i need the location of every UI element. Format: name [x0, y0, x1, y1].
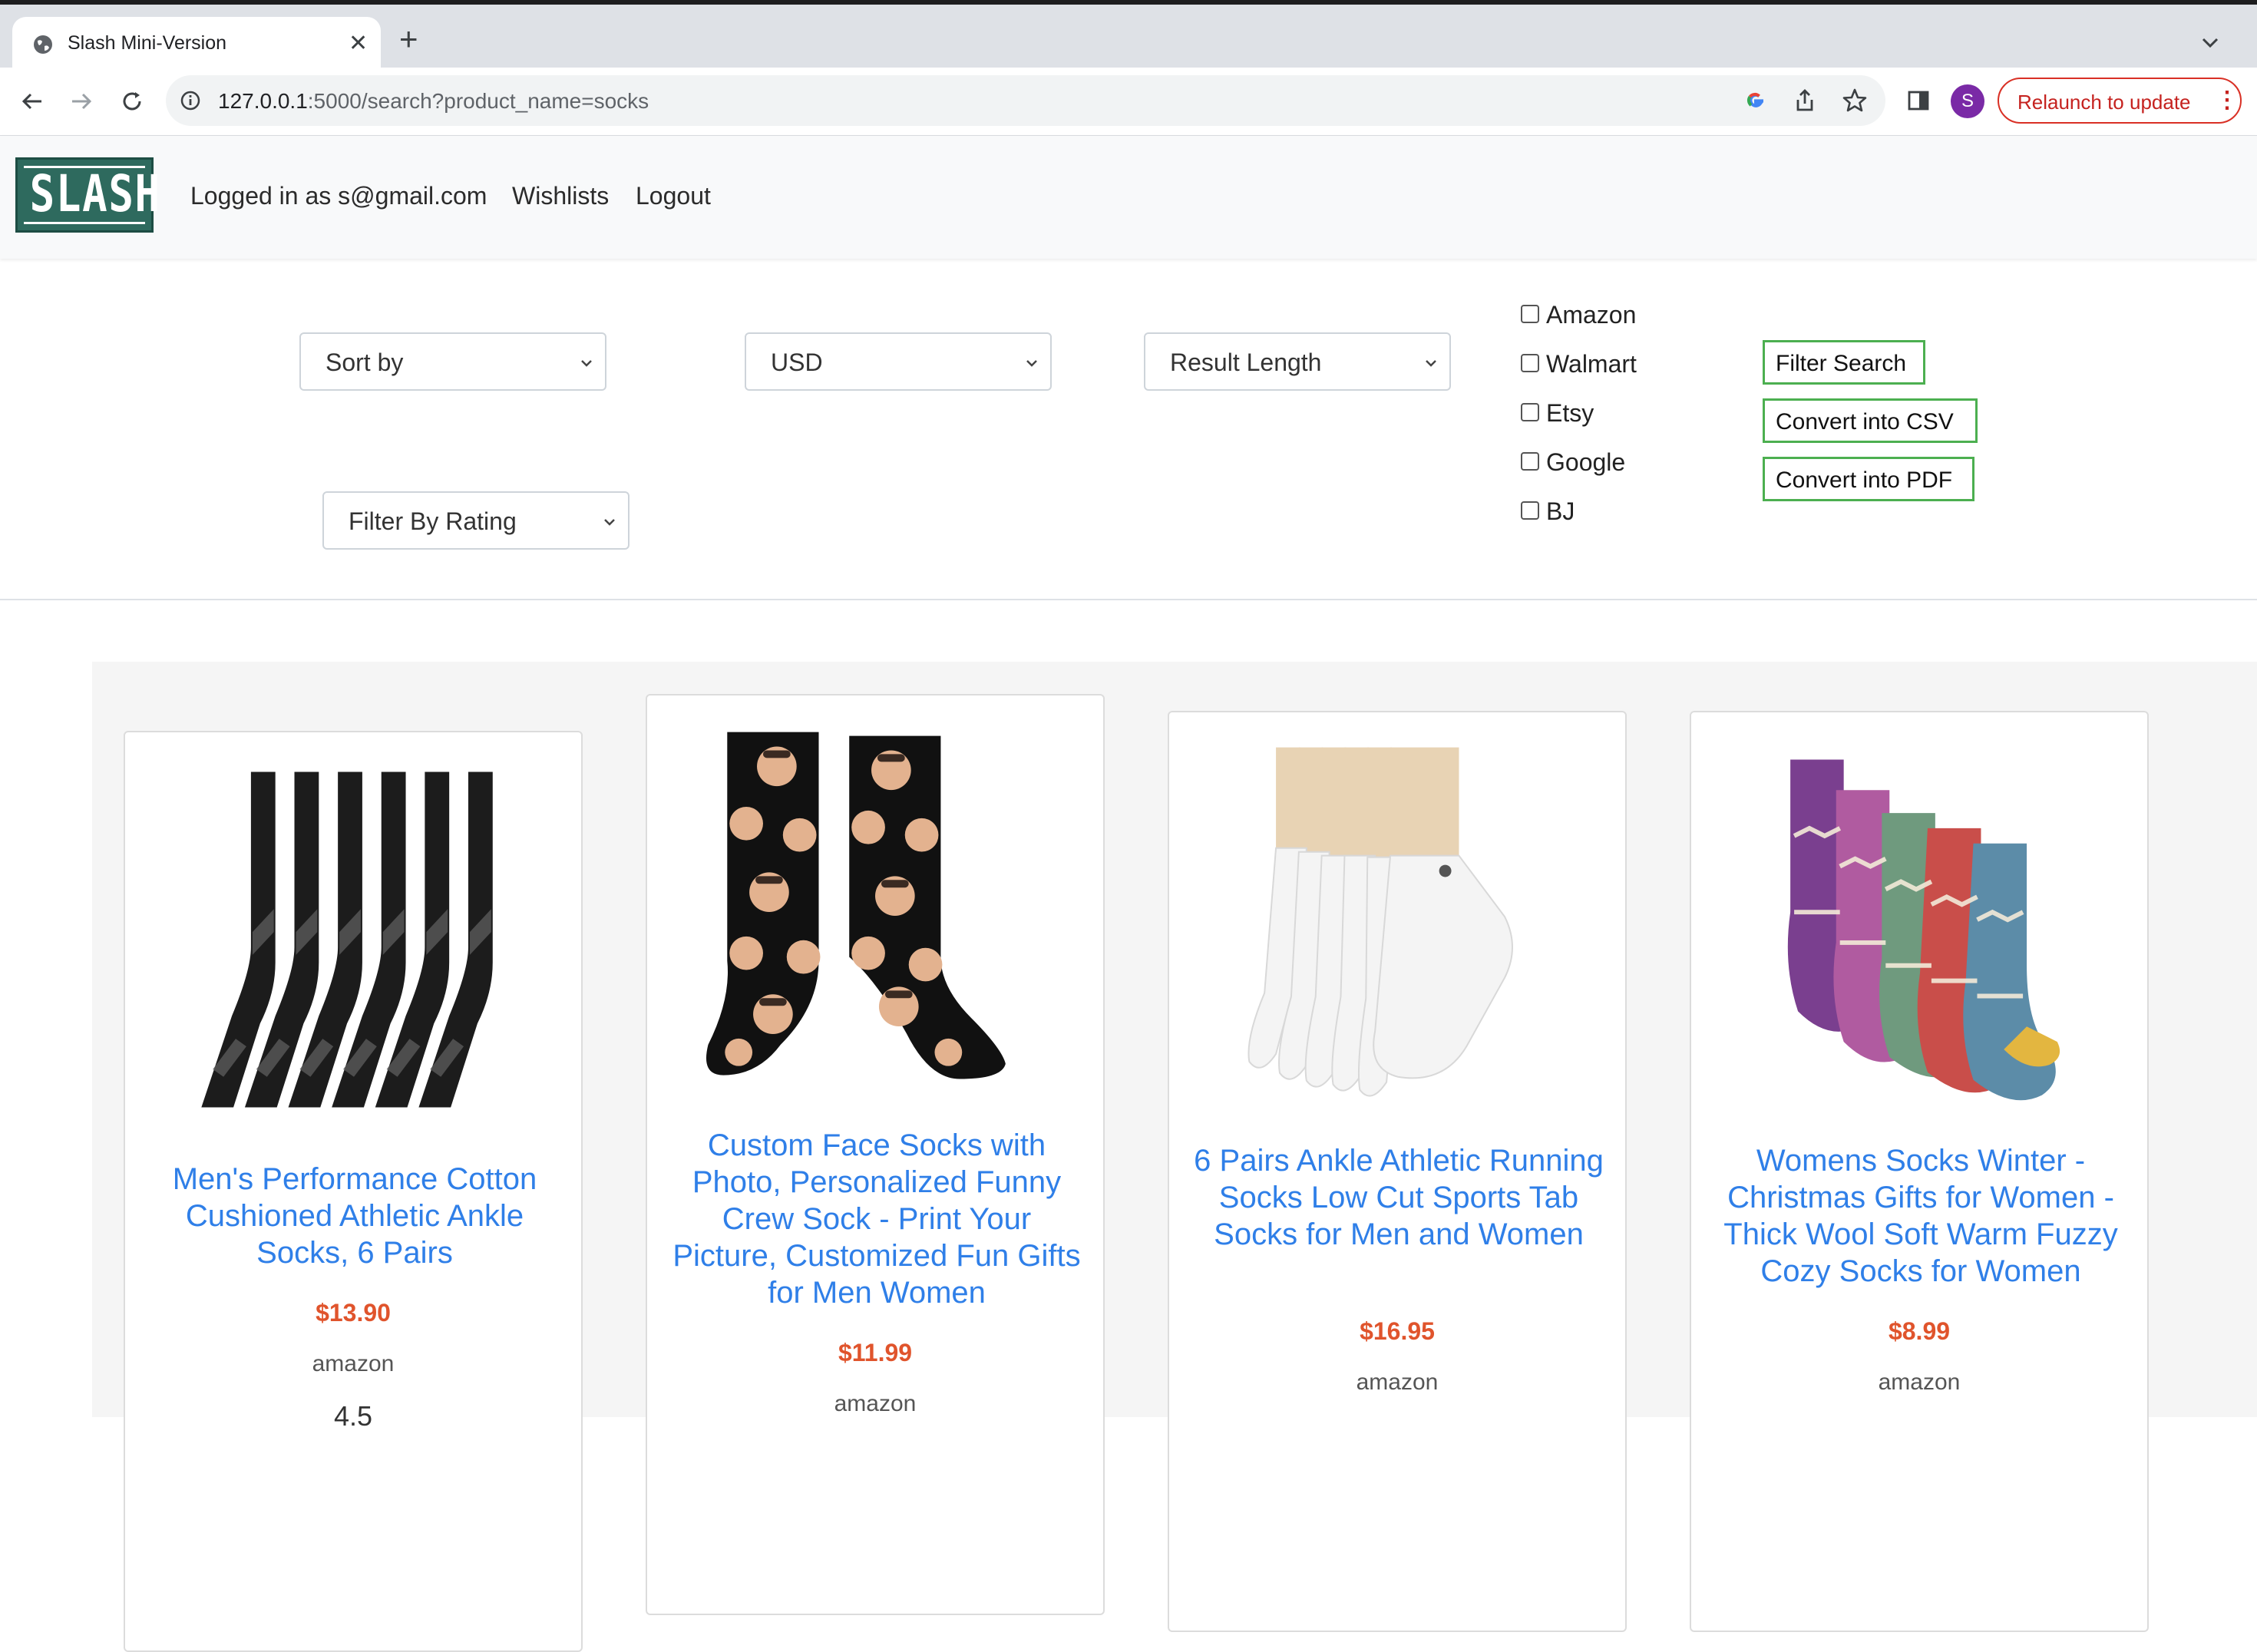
results-panel: Men's Performance Cotton Cushioned Athle…: [92, 662, 2257, 1652]
logo-rule-bottom: [24, 222, 145, 224]
google-checkbox[interactable]: [1521, 452, 1539, 471]
forward-arrow-icon[interactable]: [66, 86, 97, 117]
chevron-down-icon[interactable]: [2197, 29, 2223, 55]
etsy-label: Etsy: [1546, 399, 1594, 427]
browser-toolbar: 127.0.0.1:5000/search?product_name=socks…: [0, 68, 2257, 136]
reload-icon[interactable]: [117, 86, 147, 117]
new-tab-button[interactable]: +: [399, 23, 418, 55]
relaunch-button[interactable]: Relaunch to update ⋮: [1998, 78, 2242, 124]
product-store: amazon: [834, 1391, 917, 1416]
product-title-link[interactable]: Womens Socks Winter - Christmas Gifts fo…: [1714, 1142, 2127, 1290]
globe-icon: [34, 35, 52, 54]
info-icon[interactable]: [180, 90, 201, 111]
product-card: Womens Socks Winter - Christmas Gifts fo…: [1690, 711, 2149, 1632]
convert-pdf-label: Convert into PDF: [1776, 468, 1953, 493]
product-title-link[interactable]: Men's Performance Cotton Cushioned Athle…: [148, 1161, 561, 1271]
logo-text: SLASH: [29, 164, 161, 223]
product-price: $16.95: [1360, 1317, 1435, 1345]
currency-select[interactable]: USD: [745, 332, 1052, 391]
convert-pdf-button[interactable]: Convert into PDF: [1763, 457, 1974, 501]
logout-link[interactable]: Logout: [636, 182, 711, 210]
bj-label: BJ: [1546, 497, 1575, 525]
google-icon[interactable]: [1743, 88, 1769, 114]
product-image[interactable]: [125, 763, 581, 1116]
filter-search-button[interactable]: Filter Search: [1763, 340, 1925, 385]
browser-tab-strip: Slash Mini-Version ✕ +: [0, 5, 2257, 72]
product-store: amazon: [1356, 1370, 1439, 1395]
product-store: amazon: [1878, 1370, 1961, 1395]
convert-csv-button[interactable]: Convert into CSV: [1763, 398, 1978, 443]
sort-by-value: Sort by: [325, 349, 404, 376]
app-navbar: SLASH Logged in as s@gmail.com Wishlists…: [0, 136, 2257, 259]
amazon-checkbox[interactable]: [1521, 305, 1539, 323]
chevron-down-icon: [604, 519, 615, 526]
relaunch-label: Relaunch to update: [2017, 91, 2191, 114]
product-store: amazon: [312, 1351, 395, 1376]
product-card: 6 Pairs Ankle Athletic Running Socks Low…: [1168, 711, 1627, 1632]
result-length-select[interactable]: Result Length: [1144, 332, 1451, 391]
product-price: $8.99: [1888, 1317, 1951, 1345]
product-image[interactable]: [1169, 740, 1625, 1124]
filter-by-rating-select[interactable]: Filter By Rating: [322, 491, 630, 550]
result-length-value: Result Length: [1170, 349, 1322, 376]
walmart-label: Walmart: [1546, 350, 1637, 378]
convert-csv-label: Convert into CSV: [1776, 409, 1954, 434]
slash-logo[interactable]: SLASH: [15, 157, 161, 233]
side-panel-icon[interactable]: [1905, 88, 1932, 114]
product-price: $11.99: [838, 1339, 913, 1366]
back-arrow-icon[interactable]: [17, 86, 48, 117]
wishlists-link[interactable]: Wishlists: [512, 182, 609, 210]
product-rating: 4.5: [333, 1400, 373, 1432]
address-bar[interactable]: 127.0.0.1:5000/search?product_name=socks: [166, 75, 1885, 126]
share-icon[interactable]: [1792, 88, 1818, 114]
walmart-checkbox[interactable]: [1521, 354, 1539, 372]
bj-checkbox[interactable]: [1521, 501, 1539, 520]
star-icon[interactable]: [1841, 87, 1869, 114]
product-card: Custom Face Socks with Photo, Personaliz…: [646, 694, 1105, 1615]
etsy-checkbox[interactable]: [1521, 403, 1539, 421]
chevron-down-icon: [1426, 360, 1436, 367]
url-text: 127.0.0.1:5000/search?product_name=socks: [218, 89, 649, 113]
logged-in-text: Logged in as s@gmail.com: [190, 182, 487, 210]
chevron-down-icon: [581, 360, 592, 367]
product-title-link[interactable]: Custom Face Socks with Photo, Personaliz…: [670, 1127, 1083, 1311]
product-image[interactable]: [1691, 743, 2147, 1127]
product-image[interactable]: [647, 723, 1103, 1107]
currency-value: USD: [771, 349, 823, 376]
tab-title: Slash Mini-Version: [68, 32, 227, 54]
close-tab-icon[interactable]: ✕: [349, 30, 368, 57]
chevron-down-icon: [1026, 360, 1037, 367]
sort-by-select[interactable]: Sort by: [299, 332, 606, 391]
product-title-link[interactable]: 6 Pairs Ankle Athletic Running Socks Low…: [1192, 1142, 1605, 1253]
product-card: Men's Performance Cotton Cushioned Athle…: [124, 731, 583, 1652]
product-price: $13.90: [316, 1299, 391, 1327]
filter-search-label: Filter Search: [1776, 351, 1907, 376]
profile-avatar[interactable]: S: [1951, 84, 1984, 118]
more-menu-icon[interactable]: ⋮: [2216, 87, 2239, 114]
browser-tab[interactable]: Slash Mini-Version ✕: [12, 17, 381, 72]
filter-by-rating-value: Filter By Rating: [349, 507, 517, 535]
google-label: Google: [1546, 448, 1626, 476]
divider: [0, 599, 2257, 600]
amazon-label: Amazon: [1546, 301, 1637, 329]
